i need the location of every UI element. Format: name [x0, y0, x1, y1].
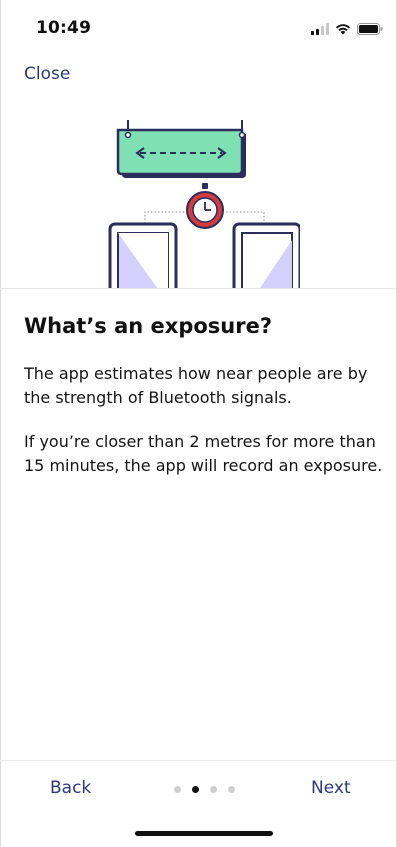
page-dot: [192, 786, 199, 793]
intro-paragraph: The app estimates how near people are by…: [24, 364, 368, 407]
status-time: 10:49: [36, 18, 92, 38]
page-indicator: [174, 786, 235, 793]
wifi-icon: [336, 24, 350, 35]
close-button[interactable]: Close: [24, 64, 70, 84]
battery-icon: [357, 23, 383, 35]
bluetooth-distance-illustration: [100, 120, 300, 288]
page-title: What’s an exposure?: [24, 314, 273, 338]
next-button[interactable]: Next: [311, 778, 351, 798]
status-icons: [311, 21, 383, 37]
page-dot: [210, 786, 217, 793]
exposure-rule-paragraph: If you’re closer than 2 metres for more …: [24, 432, 383, 475]
cellular-signal-icon: [311, 23, 329, 35]
home-indicator[interactable]: [135, 831, 273, 836]
footer-divider: [0, 760, 397, 761]
page-dot: [174, 786, 181, 793]
page-dot: [228, 786, 235, 793]
header-divider: [0, 288, 397, 289]
status-bar: 10:49: [0, 0, 397, 52]
back-button[interactable]: Back: [50, 778, 91, 798]
